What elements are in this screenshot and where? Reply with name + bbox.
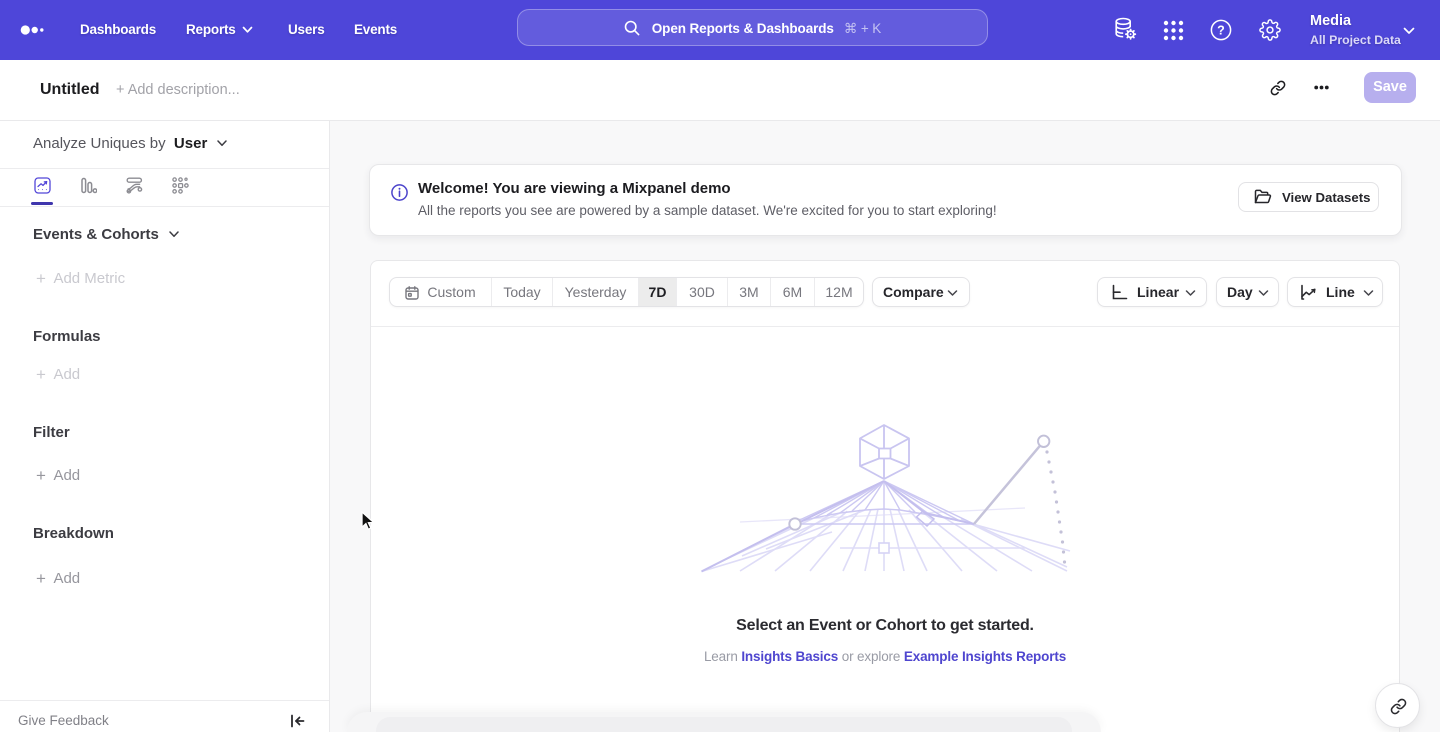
svg-text:?: ?: [1217, 23, 1225, 37]
